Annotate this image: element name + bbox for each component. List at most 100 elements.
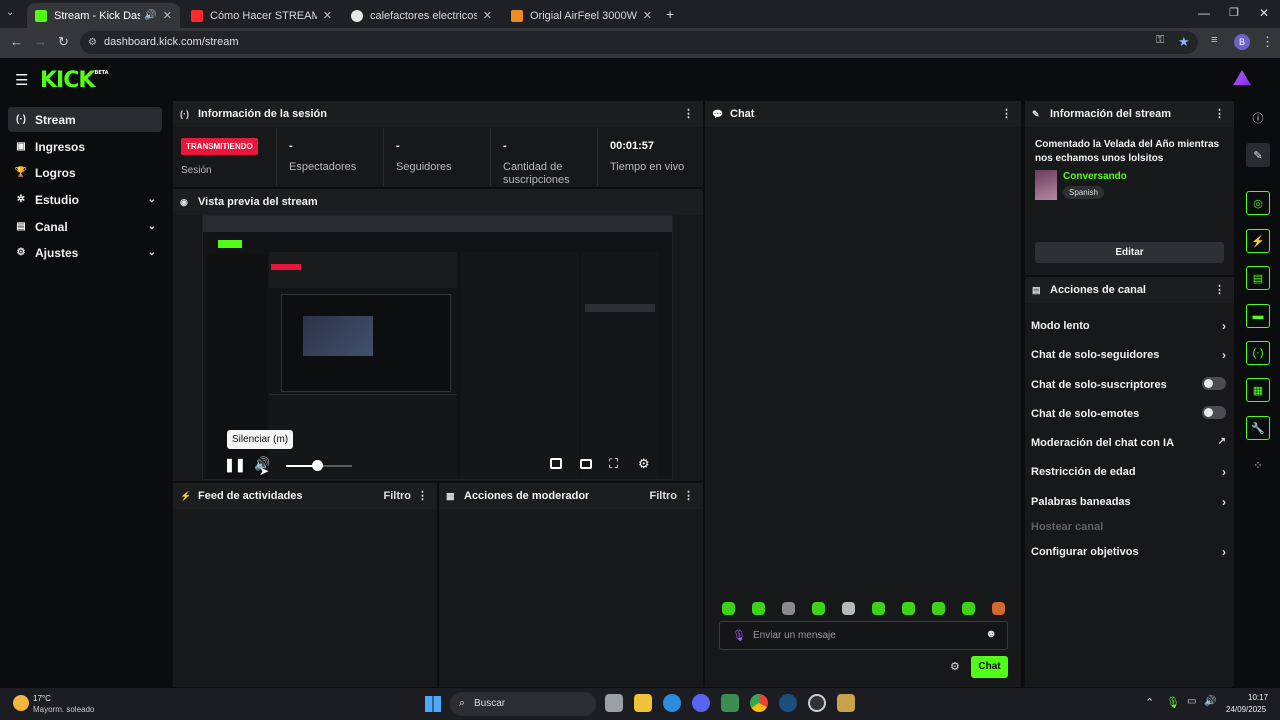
taskbar-search[interactable]: ⌕ Buscar — [450, 692, 596, 716]
clipboard-icon[interactable]: ▤ — [1246, 266, 1270, 290]
action-age-restriction[interactable]: Restricción de edad › — [1031, 465, 1226, 479]
chat-bubble-icon[interactable]: ▬ — [1246, 304, 1270, 328]
media-control-icon[interactable]: ≡ — [1211, 34, 1217, 46]
microphone-icon[interactable]: 🎙 — [1166, 696, 1180, 709]
close-tab-icon[interactable]: ✕ — [163, 9, 172, 22]
action-slow-mode[interactable]: Modo lento › — [1031, 319, 1226, 333]
chat-settings-icon[interactable]: ⚙ — [950, 660, 960, 673]
add-widget-icon[interactable]: ⁘ — [1246, 453, 1270, 477]
site-info-icon[interactable]: ⚙ — [88, 31, 97, 54]
profile-avatar[interactable]: B — [1234, 34, 1250, 50]
user-avatar[interactable] — [1233, 70, 1251, 86]
edit-pencil-icon[interactable]: ✎ — [1246, 143, 1270, 167]
chat-send-button[interactable]: Chat — [971, 656, 1008, 678]
app-icon[interactable] — [837, 694, 855, 712]
emote-icon[interactable] — [782, 602, 795, 615]
sidebar-item-ajustes[interactable]: ⚙ Ajustes ⌄ — [8, 240, 162, 265]
forward-icon[interactable]: → — [34, 34, 47, 49]
back-icon[interactable]: ← — [10, 34, 23, 49]
more-options-icon[interactable]: ⋮ — [683, 489, 694, 502]
emote-icon[interactable] — [962, 602, 975, 615]
file-explorer-icon[interactable] — [634, 694, 652, 712]
filter-button[interactable]: Filtro — [384, 490, 412, 502]
emote-icon[interactable] — [752, 602, 765, 615]
emote-icon[interactable] — [902, 602, 915, 615]
volume-slider-thumb[interactable] — [312, 460, 323, 471]
subscribers-only-toggle[interactable] — [1202, 377, 1226, 390]
reload-icon[interactable]: ↻ — [58, 34, 69, 50]
emote-icon[interactable] — [992, 602, 1005, 615]
windows-start-icon[interactable] — [425, 696, 441, 712]
more-options-icon[interactable]: ⋮ — [417, 489, 428, 502]
sidebar-item-stream[interactable]: (·) Stream — [8, 107, 162, 132]
more-options-icon[interactable]: ⋮ — [1001, 107, 1012, 120]
beta-badge: BETA — [94, 70, 109, 76]
app-icon[interactable] — [721, 694, 739, 712]
layout-icon[interactable]: ▦ — [1246, 378, 1270, 402]
more-options-icon[interactable]: ⋮ — [1214, 107, 1225, 120]
emote-icon[interactable] — [842, 602, 855, 615]
close-window-icon[interactable]: ✕ — [1259, 6, 1269, 20]
chat-input[interactable]: 🎙 Enviar un mensaje ☻ — [719, 621, 1008, 650]
category-link[interactable]: Conversando — [1063, 171, 1127, 182]
chrome-icon[interactable] — [750, 694, 768, 712]
steam-icon[interactable] — [779, 694, 797, 712]
sidebar-item-ingresos[interactable]: ▣ Ingresos — [8, 134, 162, 159]
broadcast-icon[interactable]: (·) — [1246, 341, 1270, 365]
action-ai-moderation[interactable]: Moderación del chat con IA ↗ — [1031, 436, 1226, 449]
camera-focus-icon[interactable]: ◎ — [1246, 191, 1270, 215]
close-tab-icon[interactable]: ✕ — [643, 9, 652, 22]
sidebar-item-logros[interactable]: 🏆 Logros — [8, 160, 162, 185]
info-icon[interactable]: ⓘ — [1246, 106, 1270, 130]
restore-icon[interactable]: ❐ — [1229, 6, 1239, 19]
emote-icon[interactable] — [722, 602, 735, 615]
edge-icon[interactable] — [663, 694, 681, 712]
lightning-icon[interactable]: ⚡ — [1246, 229, 1270, 253]
action-configure-goals[interactable]: Configurar objetivos › — [1031, 545, 1226, 559]
microphone-icon[interactable]: 🎙 — [732, 629, 746, 642]
kick-logo[interactable]: KICKBETA — [40, 68, 109, 93]
tab-kick-dashboard[interactable]: Stream - Kick Dashboard 🔊 ✕ — [27, 3, 180, 28]
player-settings-icon[interactable]: ⚙ — [638, 456, 650, 472]
emote-icon[interactable] — [872, 602, 885, 615]
new-tab-icon[interactable]: + — [666, 6, 674, 22]
filter-button[interactable]: Filtro — [650, 490, 678, 502]
emote-icon[interactable] — [812, 602, 825, 615]
theater-mode-icon[interactable] — [580, 459, 592, 469]
fullscreen-icon[interactable]: ⛶ — [609, 456, 618, 472]
sidebar-item-canal[interactable]: ▤ Canal ⌄ — [8, 214, 162, 239]
tab-search[interactable]: calefactores electricos - Buscar ✕ — [343, 3, 500, 28]
hamburger-menu-icon[interactable]: ☰ — [15, 71, 28, 89]
more-options-icon[interactable]: ⋮ — [683, 107, 694, 120]
action-followers-only[interactable]: Chat de solo-seguidores › — [1031, 348, 1226, 362]
sidebar-item-estudio[interactable]: ✲ Estudio ⌄ — [8, 187, 162, 212]
more-options-icon[interactable]: ⋮ — [1214, 283, 1225, 296]
pip-icon[interactable] — [550, 458, 562, 469]
tab-search-icon[interactable]: ⌄ — [6, 7, 14, 18]
discord-icon[interactable] — [692, 694, 710, 712]
network-icon[interactable]: ▭ — [1187, 696, 1196, 707]
edit-stream-button[interactable]: Editar — [1035, 242, 1224, 263]
mirror-inner-video — [303, 316, 373, 356]
tab-youtube[interactable]: Cómo Hacer STREAMS en KICK ✕ — [183, 3, 340, 28]
password-key-icon[interactable]: ⚿ — [1156, 34, 1164, 47]
obs-icon[interactable] — [808, 694, 826, 712]
close-tab-icon[interactable]: ✕ — [323, 9, 332, 22]
close-tab-icon[interactable]: ✕ — [483, 9, 492, 22]
emotes-only-toggle[interactable] — [1202, 406, 1226, 419]
minimize-icon[interactable]: — — [1198, 6, 1210, 20]
bookmark-star-icon[interactable]: ★ — [1178, 34, 1190, 50]
tray-chevron-icon[interactable]: ⌃ — [1145, 696, 1154, 709]
address-bar[interactable]: ⚙ dashboard.kick.com/stream — [80, 31, 1198, 54]
pause-button[interactable]: ❚❚ — [224, 457, 246, 473]
emote-icon[interactable] — [932, 602, 945, 615]
action-banned-words[interactable]: Palabras baneadas › — [1031, 495, 1226, 509]
clock-time[interactable]: 10:17 — [1248, 693, 1268, 702]
clock-date[interactable]: 24/09/2025 — [1226, 705, 1266, 714]
volume-icon[interactable]: 🔊 — [1204, 696, 1216, 707]
wrench-icon[interactable]: 🔧 — [1246, 416, 1270, 440]
emoji-picker-icon[interactable]: ☻ — [985, 628, 997, 640]
browser-menu-icon[interactable]: ⋮ — [1261, 34, 1274, 50]
task-view-icon[interactable] — [605, 694, 623, 712]
tab-product[interactable]: Origial AirFeel 3000W Aire Acon ✕ — [503, 3, 660, 28]
